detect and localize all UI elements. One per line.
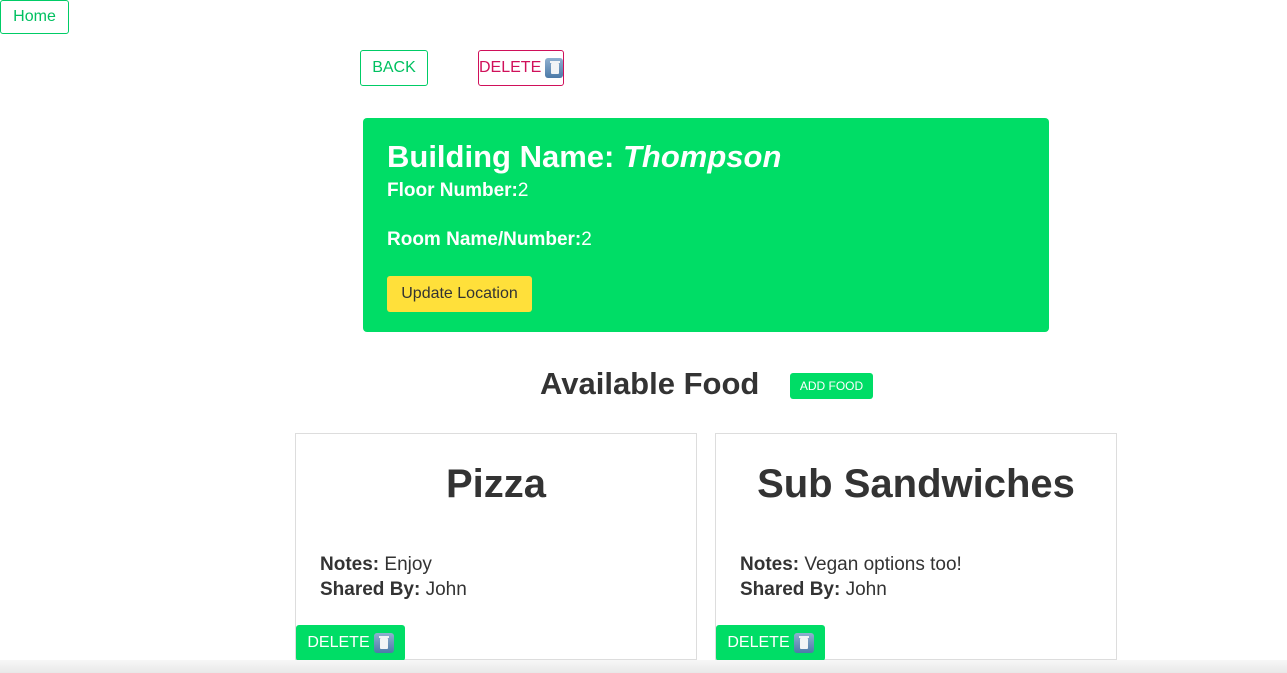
food-notes: Notes: Vegan options too! — [740, 552, 962, 577]
building-line: Building Name: Thompson — [387, 138, 1025, 176]
back-button[interactable]: BACK — [360, 50, 428, 86]
delete-food-button[interactable]: DELETE — [296, 625, 405, 661]
food-shared-by: Shared By: John — [740, 577, 962, 602]
building-label: Building Name: — [387, 139, 615, 174]
notes-value: Vegan options too! — [804, 554, 962, 575]
add-food-button[interactable]: ADD FOOD — [790, 373, 873, 399]
trash-icon — [793, 633, 814, 653]
shared-by-value: John — [425, 579, 467, 600]
shared-by-label: Shared By: — [320, 579, 421, 600]
update-location-button[interactable]: Update Location — [387, 276, 532, 312]
location-card: Building Name: Thompson Floor Number:2 R… — [363, 118, 1049, 332]
home-button[interactable]: Home — [0, 0, 69, 34]
page: Home BACK DELETE Building Name: Thompson… — [0, 0, 1287, 673]
floor-value: 2 — [517, 180, 529, 201]
back-button-label: BACK — [372, 59, 416, 76]
room-line: Room Name/Number:2 — [387, 227, 1025, 253]
food-notes: Notes: Enjoy — [320, 552, 467, 577]
notes-value: Enjoy — [384, 554, 432, 575]
notes-label: Notes: — [320, 554, 380, 575]
delete-food-label: DELETE — [727, 634, 790, 651]
room-value: 2 — [581, 229, 592, 250]
food-details: Notes: Vegan options too! Shared By: Joh… — [740, 552, 962, 602]
food-card: Sub Sandwiches Notes: Vegan options too!… — [715, 433, 1117, 661]
food-name: Pizza — [445, 462, 547, 506]
delete-location-label: DELETE — [479, 59, 542, 76]
bottom-edge-shadow — [0, 660, 1287, 673]
available-food-heading: Available Food — [540, 366, 760, 401]
trash-icon — [545, 58, 563, 78]
shared-by-value: John — [845, 579, 887, 600]
food-name: Sub Sandwiches — [757, 462, 1075, 506]
floor-label: Floor Number: — [387, 180, 518, 201]
building-name: Thompson — [622, 139, 782, 174]
add-food-label: ADD FOOD — [799, 379, 864, 393]
food-card: Pizza Notes: Enjoy Shared By: John DELET… — [295, 433, 697, 661]
room-label: Room Name/Number: — [387, 229, 582, 250]
floor-line: Floor Number:2 — [387, 178, 1025, 204]
delete-location-button[interactable]: DELETE — [478, 50, 564, 86]
notes-label: Notes: — [740, 554, 800, 575]
delete-food-button[interactable]: DELETE — [716, 625, 825, 661]
shared-by-label: Shared By: — [740, 579, 841, 600]
delete-food-label: DELETE — [307, 634, 370, 651]
update-location-label: Update Location — [401, 285, 518, 302]
food-shared-by: Shared By: John — [320, 577, 467, 602]
food-details: Notes: Enjoy Shared By: John — [320, 552, 467, 602]
trash-icon — [373, 633, 394, 653]
home-button-label: Home — [13, 8, 56, 25]
